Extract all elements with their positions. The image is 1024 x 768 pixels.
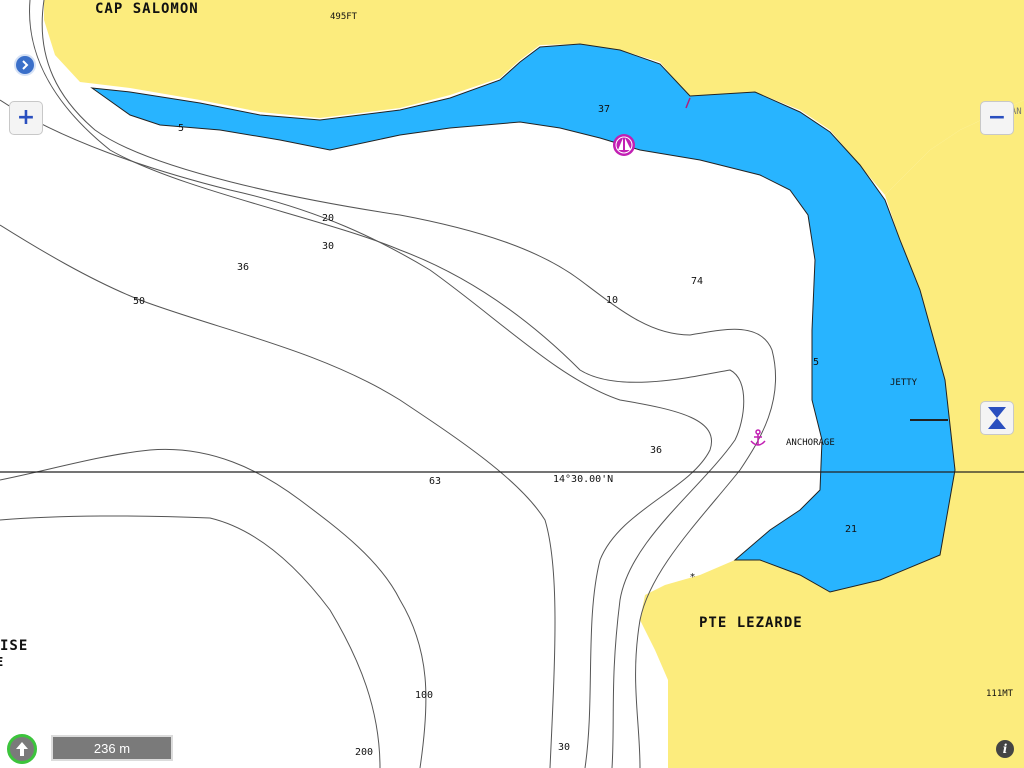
depth-sounding: 5 [178,123,185,134]
place-cut-left-2: E [0,656,4,668]
height-111mt: 111MT [986,689,1014,699]
scale-bar: 236 m [51,735,173,761]
north-arrow-button[interactable] [7,734,37,764]
place-cap-salomon: CAP SALOMON [95,1,199,17]
depth-sounding: 20 [322,213,335,224]
depth-sounding: 30 [558,742,571,753]
hourglass-icon [988,407,1006,429]
anchor-icon[interactable] [750,429,766,446]
nautical-chart[interactable]: * [0,0,1024,768]
depth-sounding: 63 [429,476,442,487]
depth-sounding: 10 [606,295,619,306]
depth-sounding: 36 [237,262,250,273]
depth-sounding: 50 [133,296,146,307]
place-pte-lezarde: PTE LEZARDE [699,615,803,631]
depth-sounding: 21 [845,524,858,535]
depth-sounding: 200 [355,747,374,758]
depth-sounding: 37 [598,104,611,115]
sailboat-icon[interactable] [613,134,635,156]
height-495ft: 495FT [330,12,358,22]
place-cut-left-1: ISE [0,638,29,654]
zoom-out-button[interactable]: − [980,101,1014,135]
north-arrow-icon [16,742,28,756]
chevron-right-icon[interactable] [14,54,36,76]
info-icon[interactable]: i [996,740,1014,758]
plus-icon: + [16,105,36,130]
latitude-label: 14°30.00'N [553,474,614,485]
depth-sounding: 100 [415,690,434,701]
zoom-in-button[interactable]: + [9,101,43,135]
obstruction-icon: * [690,572,695,583]
label-anchorage: ANCHORAGE [786,438,835,448]
scale-label: 236 m [93,740,131,756]
minus-icon: − [987,105,1007,130]
tide-button[interactable] [980,401,1014,435]
depth-sounding: 5 [813,357,820,368]
depth-sounding: 36 [650,445,663,456]
depth-sounding: 74 [691,276,704,287]
label-jetty: JETTY [890,378,918,388]
depth-sounding: 30 [322,241,335,252]
